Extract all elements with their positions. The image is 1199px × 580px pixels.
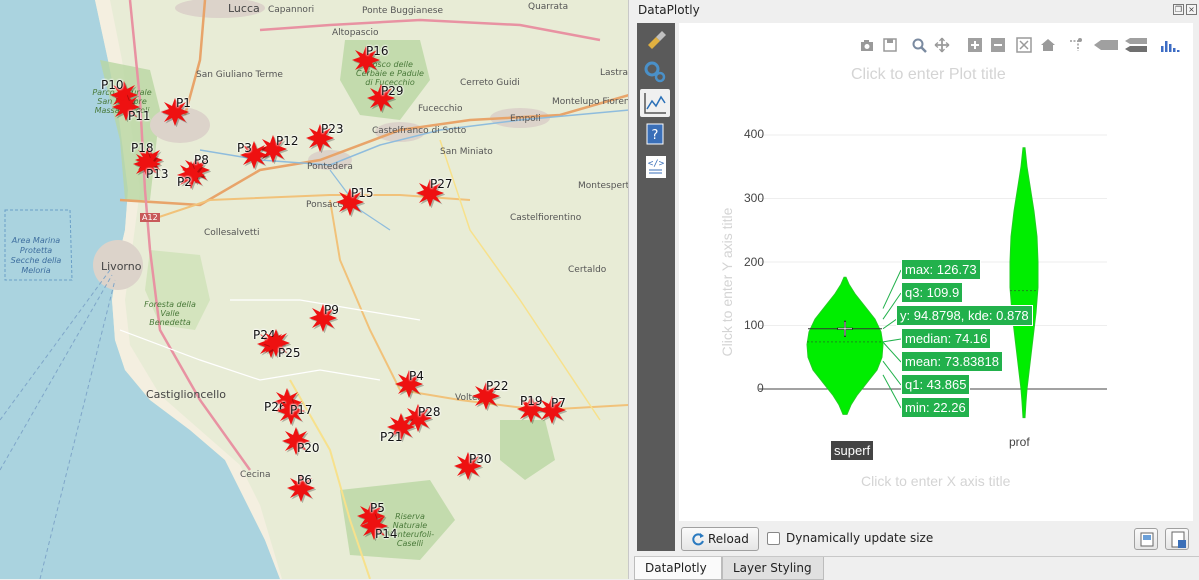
plot-bottom-bar: Reload Dynamically update size	[679, 525, 1193, 553]
point-label: P1	[176, 96, 191, 110]
save-plot-image-button[interactable]	[1134, 528, 1158, 550]
brush-icon[interactable]	[640, 25, 670, 53]
hover-x-label: superf	[830, 440, 875, 461]
float-dock-icon[interactable]: ❐	[1173, 4, 1184, 15]
hover-label-min: min: 22.26	[901, 397, 970, 418]
point-label: P21	[380, 430, 403, 444]
place-label: Castelfranco di Sotto	[372, 126, 467, 136]
hover-connector	[882, 374, 902, 409]
dock-title: DataPlotly	[638, 3, 700, 17]
park-label: Foresta della Valle Benedetta	[144, 300, 196, 327]
x-tick-prof: prof	[1009, 435, 1030, 449]
place-label: Pontedera	[307, 162, 353, 172]
place-label: Collesalvetti	[204, 228, 260, 238]
y-tick-0: 0	[757, 381, 764, 395]
tab-dataplotly[interactable]: DataPlotly	[634, 557, 722, 580]
hover-connector	[882, 360, 902, 386]
reload-label: Reload	[708, 532, 749, 546]
violin-prof	[1009, 147, 1039, 419]
dynamic-size-label[interactable]: Dynamically update size	[786, 531, 933, 545]
place-label: A12	[140, 213, 160, 222]
place-label: San Giuliano Terme	[196, 70, 283, 80]
place-label: Lucca	[228, 2, 260, 15]
plot-area[interactable]: Click to enter Plot title Click to enter…	[679, 23, 1193, 521]
point-label: P9	[324, 303, 339, 317]
hover-label-median: median: 74.16	[901, 328, 992, 349]
dataplotly-sidebar: ? </>	[637, 23, 675, 551]
svg-text:</>: </>	[648, 159, 665, 169]
place-label: Quarrata	[528, 2, 569, 12]
place-label: Montelupo Fiorentino	[552, 97, 628, 107]
place-label: Livorno	[101, 260, 142, 273]
point-label: P27	[430, 177, 453, 191]
code-icon[interactable]: </>	[640, 153, 670, 181]
point-label: P4	[409, 369, 424, 383]
point-label: P13	[146, 167, 169, 181]
point-label: P28	[418, 405, 441, 419]
reload-button[interactable]: Reload	[681, 527, 759, 551]
point-label: P20	[297, 441, 320, 455]
point-label: P17	[290, 403, 313, 417]
dataplotly-dock: DataPlotly ❐ × ? </> Click to enter Plot…	[634, 0, 1199, 580]
hover-connector	[882, 338, 902, 343]
point-label: P11	[128, 109, 151, 123]
y-tick-200: 200	[744, 255, 765, 269]
hover-label-q3: q3: 109.9	[901, 282, 964, 303]
hover-connector	[882, 269, 902, 309]
place-label: Fucecchio	[418, 104, 463, 114]
reload-icon	[692, 533, 704, 546]
place-label: Capannori	[268, 5, 315, 15]
point-label: P6	[297, 473, 312, 487]
place-label: Lastra	[600, 68, 628, 78]
place-label: Castelfiorentino	[510, 213, 582, 223]
point-label: P23	[321, 122, 344, 136]
point-label: P2	[177, 175, 192, 189]
y-tick-100: 100	[744, 318, 765, 332]
close-dock-icon[interactable]: ×	[1186, 4, 1197, 15]
point-label: P16	[366, 44, 389, 58]
point-label: P14	[375, 527, 398, 541]
point-label: P25	[278, 346, 301, 360]
dock-tabs: DataPlotly Layer Styling	[634, 556, 1199, 580]
point-label: P15	[351, 186, 374, 200]
point-label: P22	[486, 379, 509, 393]
svg-text:?: ?	[652, 128, 659, 143]
map-canvas[interactable]: Lucca Capannori Ponte Buggianese Quarrata Al…	[0, 0, 629, 579]
point-label: P10	[101, 78, 124, 92]
hover-label-q1: q1: 43.865	[901, 374, 971, 395]
place-label: Certaldo	[568, 265, 607, 275]
y-tick-400: 400	[744, 127, 765, 141]
hover-label-max: max: 126.73	[901, 259, 981, 280]
app-window: Lucca Capannori Ponte Buggianese Quarrata Al…	[0, 0, 1199, 580]
y-tick-300: 300	[744, 191, 765, 205]
place-label: San Miniato	[440, 147, 493, 157]
gears-icon[interactable]	[640, 57, 670, 85]
tab-layer-styling[interactable]: Layer Styling	[722, 557, 824, 580]
point-label: P30	[469, 452, 492, 466]
place-label: Ponte Buggianese	[362, 6, 444, 16]
point-label: P3	[237, 141, 252, 155]
hover-label-kde: y: 94.8798, kde: 0.878	[896, 305, 1033, 326]
point-label: P12	[276, 134, 299, 148]
violin-superf	[806, 276, 884, 415]
place-label: Castiglioncello	[146, 388, 226, 401]
point-label: P7	[551, 396, 566, 410]
point-label: P29	[381, 84, 404, 98]
help-icon[interactable]: ?	[640, 121, 670, 149]
place-label: Cerreto Guidi	[460, 78, 520, 88]
hover-label-mean: mean: 73.83818	[901, 351, 1003, 372]
place-label: Empoli	[510, 114, 541, 124]
place-label: Cecina	[240, 470, 271, 480]
place-label: Montespert	[578, 181, 629, 191]
chart-icon[interactable]	[640, 89, 670, 117]
hover-connector	[882, 341, 902, 363]
marine-area-label: Area Marina Protetta Secche della Melori…	[10, 236, 62, 275]
place-label: Altopascio	[332, 28, 379, 38]
dynamic-size-checkbox[interactable]	[767, 532, 780, 545]
save-plot-html-button[interactable]	[1165, 528, 1189, 550]
